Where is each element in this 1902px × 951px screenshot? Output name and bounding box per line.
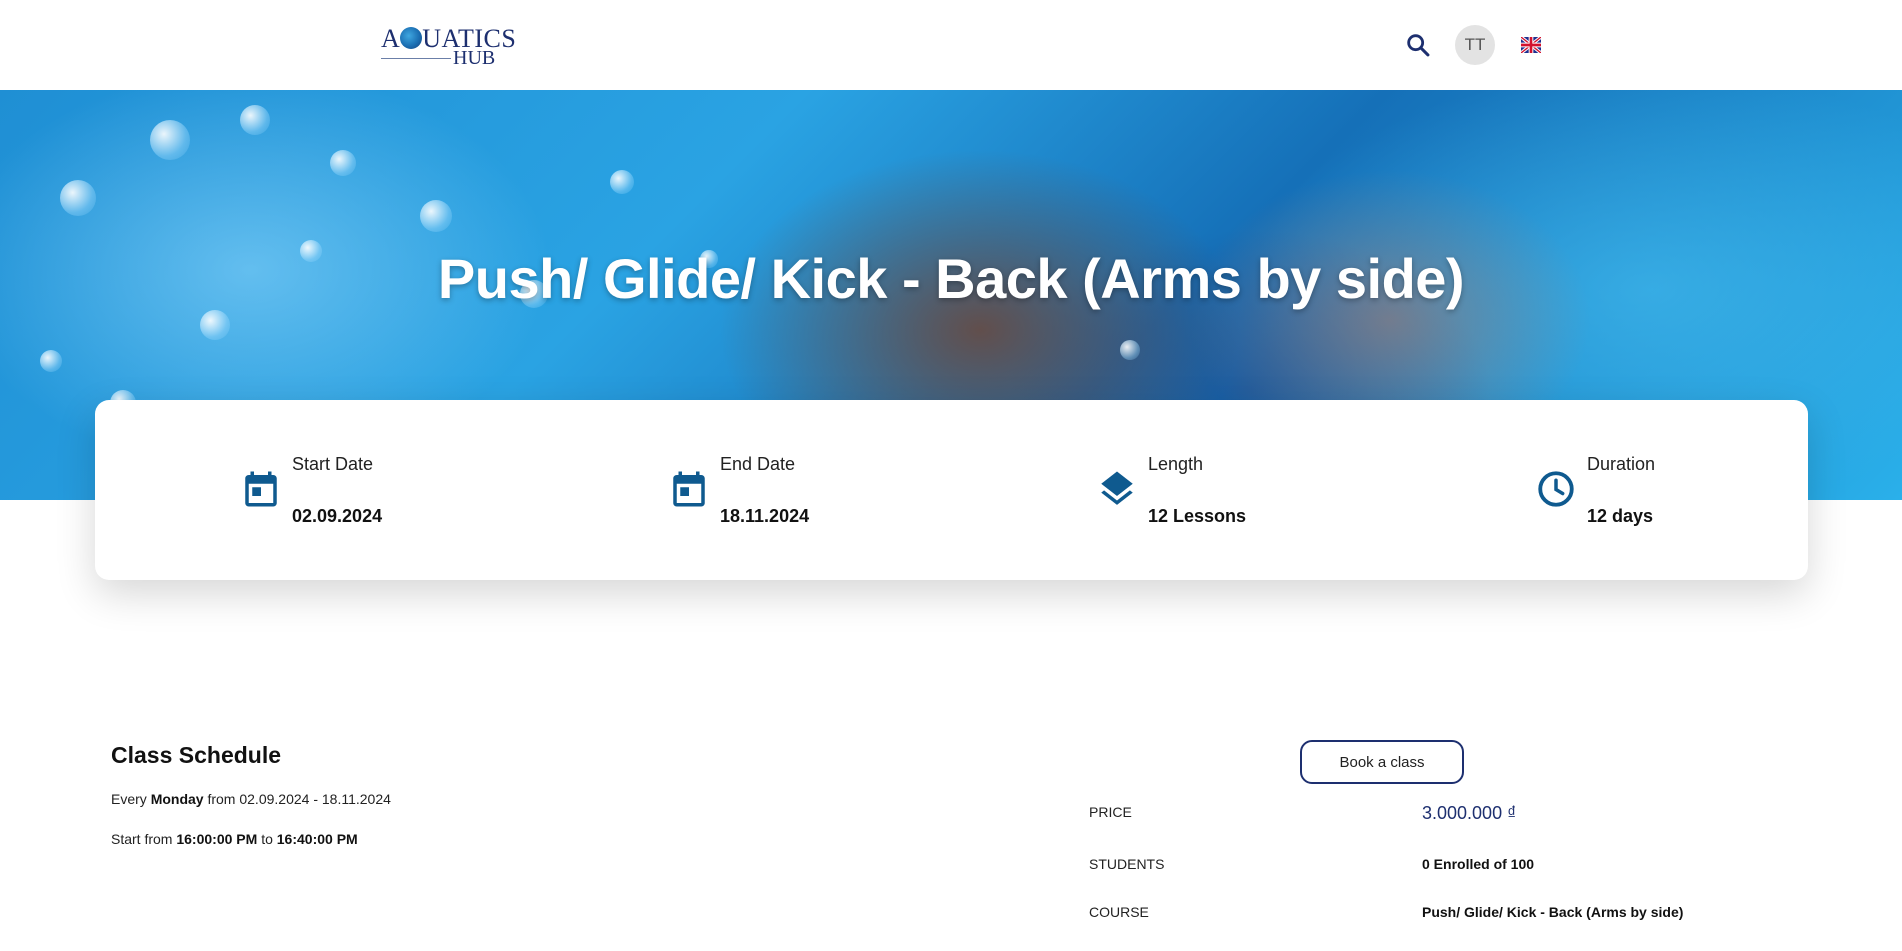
hero-bubble bbox=[610, 170, 634, 194]
hero-bubble bbox=[150, 120, 190, 160]
schedule-end-time: 16:40:00 PM bbox=[276, 831, 358, 847]
schedule-every-text: Every bbox=[111, 791, 147, 807]
clock-icon bbox=[1538, 471, 1574, 507]
course-title: Push/ Glide/ Kick - Back (Arms by side) bbox=[437, 247, 1465, 310]
schedule-start-prefix: Start from bbox=[111, 831, 173, 847]
calendar-icon bbox=[245, 471, 277, 507]
search-button[interactable] bbox=[1404, 31, 1432, 59]
students-value: 0 Enrolled of 100 bbox=[1422, 856, 1535, 872]
layers-icon bbox=[1101, 471, 1133, 505]
course-label: COURSE bbox=[1089, 904, 1149, 920]
duration-value: 12 days bbox=[1587, 506, 1654, 526]
logo-q-emblem bbox=[400, 27, 423, 49]
search-icon bbox=[1407, 34, 1430, 57]
hero-bubble bbox=[420, 200, 452, 232]
hero-bubble bbox=[40, 350, 62, 372]
logo-underline bbox=[381, 58, 451, 59]
schedule-start-time: 16:00:00 PM bbox=[176, 831, 258, 847]
schedule-to-text: to bbox=[261, 831, 273, 847]
calendar-icon bbox=[673, 471, 705, 507]
hero-bubble bbox=[60, 180, 96, 216]
length-value: 12 Lessons bbox=[1148, 506, 1247, 526]
aquatics-hub-logo[interactable]: A UATICS HUB bbox=[381, 25, 516, 69]
user-avatar[interactable]: TT bbox=[1455, 25, 1495, 65]
course-value: Push/ Glide/ Kick - Back (Arms by side) bbox=[1422, 904, 1684, 920]
duration-label: Duration bbox=[1587, 454, 1656, 474]
start-date-label: Start Date bbox=[292, 454, 374, 474]
schedule-days-line: Every Monday from 02.09.2024 - 18.11.202… bbox=[111, 791, 391, 807]
price-value: 3.000.000 ₫ bbox=[1422, 803, 1517, 823]
end-date-label: End Date bbox=[720, 454, 796, 474]
logo-text-hub: HUB bbox=[453, 47, 496, 69]
end-date-value: 18.11.2024 bbox=[720, 506, 810, 526]
schedule-range-text: from 02.09.2024 - 18.11.2024 bbox=[207, 791, 391, 807]
logo-letter-a: A bbox=[381, 24, 401, 53]
hero-bubble bbox=[1120, 340, 1140, 360]
course-info-card: Start Date 02.09.2024 End Date 18.11.202… bbox=[95, 400, 1808, 580]
length-label: Length bbox=[1148, 454, 1204, 474]
schedule-day: Monday bbox=[150, 791, 204, 807]
students-label: STUDENTS bbox=[1089, 856, 1165, 872]
uk-flag-icon bbox=[1519, 35, 1543, 55]
book-class-button[interactable]: Book a class bbox=[1300, 740, 1464, 784]
schedule-time-line: Start from 16:00:00 PM to 16:40:00 PM bbox=[111, 831, 358, 847]
hero-bubble bbox=[200, 310, 230, 340]
class-schedule-heading: Class Schedule bbox=[111, 742, 282, 768]
price-label: PRICE bbox=[1089, 804, 1132, 820]
hero-bubble bbox=[240, 105, 270, 135]
start-date-value: 02.09.2024 bbox=[292, 506, 383, 526]
language-switcher[interactable] bbox=[1519, 35, 1543, 55]
site-header: A UATICS HUB TT bbox=[0, 0, 1902, 90]
hero-bubble bbox=[330, 150, 356, 176]
logo-wordmark: A UATICS bbox=[381, 25, 516, 53]
